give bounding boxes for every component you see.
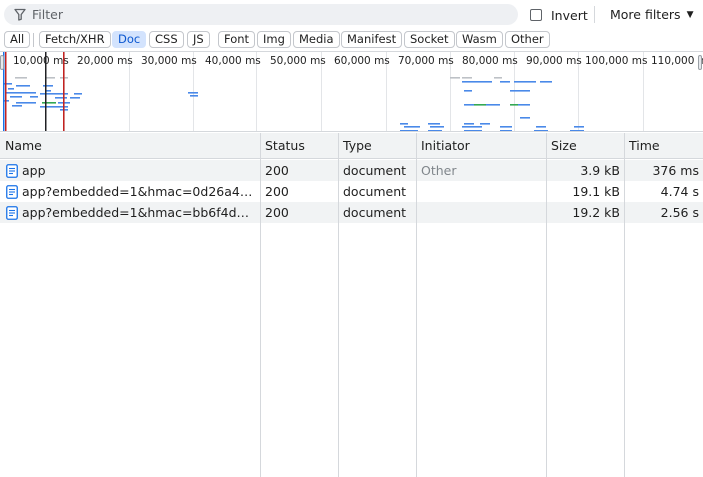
- column-header-size[interactable]: Size: [551, 138, 577, 153]
- document-icon: [6, 206, 18, 220]
- toolbar-divider: [594, 6, 595, 23]
- chip-all[interactable]: All: [4, 31, 31, 48]
- invert-toggle[interactable]: Invert: [530, 7, 588, 23]
- column-header-name[interactable]: Name: [5, 138, 42, 153]
- request-time: 4.74 s: [660, 184, 699, 199]
- more-filters-dropdown[interactable]: More filters ▼: [610, 6, 693, 23]
- invert-label: Invert: [551, 7, 588, 23]
- column-header-status[interactable]: Status: [265, 138, 305, 153]
- resource-type-filter: All Fetch/XHR Doc CSS JS Font Img Media …: [0, 29, 703, 51]
- chip-wasm[interactable]: Wasm: [456, 31, 503, 48]
- more-filters-label: More filters: [610, 7, 681, 22]
- column-divider[interactable]: [338, 133, 339, 477]
- chip-manifest[interactable]: Manifest: [341, 31, 403, 48]
- document-icon: [6, 185, 18, 199]
- column-header-initiator[interactable]: Initiator: [421, 138, 470, 153]
- request-type: document: [343, 205, 407, 220]
- filter-icon: [14, 8, 26, 21]
- chip-js[interactable]: JS: [187, 31, 210, 48]
- request-time: 2.56 s: [660, 205, 699, 220]
- chip-other[interactable]: Other: [505, 31, 550, 48]
- column-header-type[interactable]: Type: [343, 138, 372, 153]
- request-type: document: [343, 184, 407, 199]
- filter-toolbar: Invert More filters ▼: [0, 0, 703, 29]
- request-name[interactable]: app?embedded=1&hmac=bb6f4d6337...: [22, 205, 256, 220]
- filter-input[interactable]: [32, 6, 502, 23]
- filter-box[interactable]: [4, 4, 518, 25]
- request-time: 376 ms: [652, 163, 699, 178]
- chip-fetch-xhr[interactable]: Fetch/XHR: [39, 31, 111, 48]
- overview-left-handle[interactable]: [0, 55, 4, 70]
- chip-media[interactable]: Media: [293, 31, 340, 48]
- invert-checkbox[interactable]: [530, 9, 542, 21]
- column-divider[interactable]: [546, 133, 547, 477]
- request-status: 200: [265, 184, 289, 199]
- chip-img[interactable]: Img: [257, 31, 291, 48]
- request-row[interactable]: app?embedded=1&hmac=0d26a4199c... 200 do…: [0, 181, 703, 202]
- chip-doc[interactable]: Doc: [112, 31, 147, 48]
- request-row[interactable]: app?embedded=1&hmac=bb6f4d6337... 200 do…: [0, 202, 703, 223]
- column-divider[interactable]: [260, 133, 261, 477]
- overview-waterfall: [3, 52, 584, 131]
- overview-right-handle[interactable]: [698, 55, 702, 70]
- chip-separator: [33, 33, 34, 47]
- caret-down-icon: ▼: [686, 9, 694, 20]
- request-table-header: Name Status Type Initiator Size Time: [0, 133, 703, 159]
- request-type: document: [343, 163, 407, 178]
- column-divider[interactable]: [624, 133, 625, 477]
- document-icon: [6, 164, 18, 178]
- request-initiator: Other: [421, 163, 457, 178]
- request-size: 19.2 kB: [572, 205, 620, 220]
- request-name[interactable]: app: [22, 163, 256, 178]
- request-status: 200: [265, 163, 289, 178]
- request-size: 3.9 kB: [580, 163, 620, 178]
- request-size: 19.1 kB: [572, 184, 620, 199]
- column-divider[interactable]: [416, 133, 417, 477]
- chip-socket[interactable]: Socket: [404, 31, 455, 48]
- request-name[interactable]: app?embedded=1&hmac=0d26a4199c...: [22, 184, 256, 199]
- chip-css[interactable]: CSS: [149, 31, 184, 48]
- chip-font[interactable]: Font: [218, 31, 256, 48]
- column-header-time[interactable]: Time: [629, 138, 660, 153]
- request-row[interactable]: app 200 document Other 3.9 kB 376 ms: [0, 160, 703, 181]
- network-overview[interactable]: 10,000 ms 20,000 ms 30,000 ms 40,000 ms …: [0, 51, 703, 132]
- request-status: 200: [265, 205, 289, 220]
